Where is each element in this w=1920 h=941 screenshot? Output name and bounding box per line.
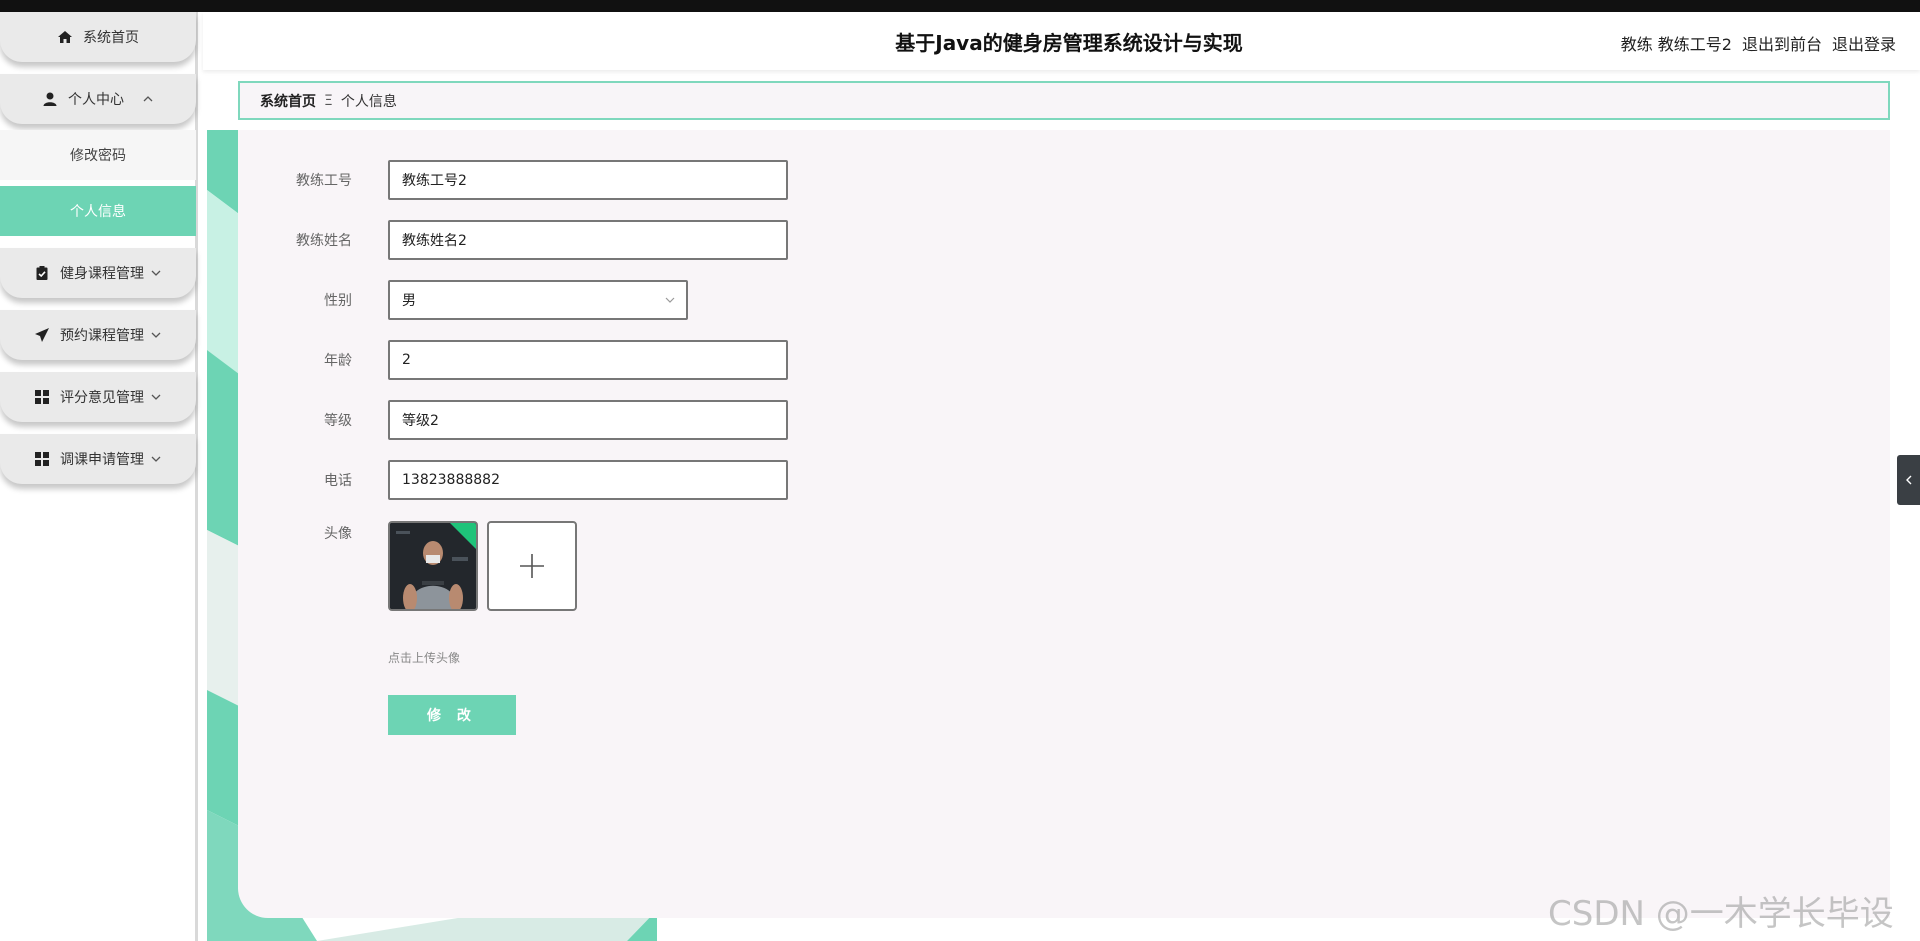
field-label: 教练姓名: [296, 233, 352, 249]
level-input[interactable]: 等级2: [388, 400, 788, 440]
chevron-left-icon: [1905, 475, 1911, 485]
chevron-down-icon: [151, 270, 161, 276]
current-user-label: 教练 教练工号2: [1620, 35, 1732, 54]
sidebar-item-feedback-management[interactable]: 评分意见管理: [0, 372, 196, 422]
breadcrumb-current: 个人信息: [340, 93, 397, 110]
header-user-menu: 教练 教练工号2 退出到前台 退出登录: [1621, 31, 1896, 55]
coach-id-input[interactable]: 教练工号2: [388, 160, 788, 200]
sidebar-item-label: 健身课程管理: [60, 266, 144, 282]
chevron-down-icon: [151, 394, 161, 400]
chevron-down-icon: [151, 456, 161, 462]
form-row-avatar: 头像: [238, 521, 388, 545]
breadcrumb-home[interactable]: 系统首页: [260, 91, 316, 111]
clipboard-icon: [36, 266, 48, 280]
phone-input[interactable]: 13823888882: [388, 460, 788, 500]
field-label: 电话: [324, 473, 352, 489]
sidebar-item-label: 系统首页: [83, 30, 139, 46]
grid-icon: [35, 452, 49, 466]
field-label: 等级: [324, 413, 352, 429]
sidebar-item-reschedule-management[interactable]: 调课申请管理: [0, 434, 196, 484]
send-icon: [35, 328, 49, 342]
sidebar-item-home[interactable]: 系统首页: [0, 12, 196, 62]
sidebar-subitem-label: 修改密码: [70, 148, 126, 164]
user-icon: [43, 92, 57, 106]
plus-icon: [520, 554, 544, 578]
profile-form-card: 教练工号 教练工号2 教练姓名 教练姓名2 性别 男 年龄 2 等级 等级2 电…: [238, 130, 1890, 918]
window-top-bar: [0, 0, 1920, 12]
avatar-image[interactable]: [388, 521, 478, 611]
form-row-phone: 电话 13823888882: [238, 460, 788, 500]
logout-link[interactable]: 退出登录: [1832, 31, 1896, 55]
sidebar-subitem-personal-info[interactable]: 个人信息: [0, 186, 196, 236]
grid-icon: [35, 390, 49, 404]
upload-hint: 点击上传头像: [388, 651, 461, 665]
back-to-front-link[interactable]: 退出到前台: [1742, 31, 1822, 55]
sidebar-item-label: 评分意见管理: [60, 390, 144, 406]
sidebar-item-course-management[interactable]: 健身课程管理: [0, 248, 196, 298]
field-label: 年龄: [324, 353, 352, 369]
form-row-coach-name: 教练姓名 教练姓名2: [238, 220, 788, 260]
age-input[interactable]: 2: [388, 340, 788, 380]
side-panel-toggle[interactable]: [1897, 455, 1920, 505]
watermark: CSDN @一木学长毕设: [1548, 894, 1894, 934]
upload-avatar-button[interactable]: [487, 521, 577, 611]
breadcrumb: 系统首页 Ξ 个人信息: [238, 81, 1890, 120]
chevron-down-icon: [665, 297, 675, 303]
chevron-down-icon: [151, 332, 161, 338]
field-label: 教练工号: [296, 173, 352, 189]
chevron-up-icon: [143, 96, 153, 102]
form-row-age: 年龄 2: [238, 340, 788, 380]
form-row-coach-id: 教练工号 教练工号2: [238, 160, 788, 200]
sidebar-item-booking-management[interactable]: 预约课程管理: [0, 310, 196, 360]
coach-name-input[interactable]: 教练姓名2: [388, 220, 788, 260]
sidebar-item-label: 个人中心: [68, 92, 124, 108]
field-label: 性别: [324, 293, 352, 309]
gender-select[interactable]: 男: [388, 280, 688, 320]
sidebar-item-label: 调课申请管理: [60, 452, 144, 468]
breadcrumb-separator: Ξ: [324, 92, 333, 109]
header: 基于Java的健身房管理系统设计与实现 教练 教练工号2 退出到前台 退出登录: [203, 12, 1920, 70]
save-button[interactable]: 修 改: [388, 695, 516, 735]
home-icon: [58, 31, 72, 43]
sidebar-subitem-label: 个人信息: [70, 204, 126, 220]
field-label: 头像: [324, 526, 352, 542]
form-row-level: 等级 等级2: [238, 400, 788, 440]
sidebar: 系统首页 个人中心 修改密码 个人信息 健身课程管理 预约课程管理 评分意见管理…: [0, 12, 198, 941]
sidebar-subitem-change-password[interactable]: 修改密码: [0, 130, 196, 180]
avatar-photo: [390, 523, 476, 609]
sidebar-item-personal-center[interactable]: 个人中心: [0, 74, 196, 124]
form-row-gender: 性别 男: [238, 280, 688, 320]
gender-select-value: 男: [402, 293, 416, 309]
sidebar-item-label: 预约课程管理: [60, 328, 144, 344]
